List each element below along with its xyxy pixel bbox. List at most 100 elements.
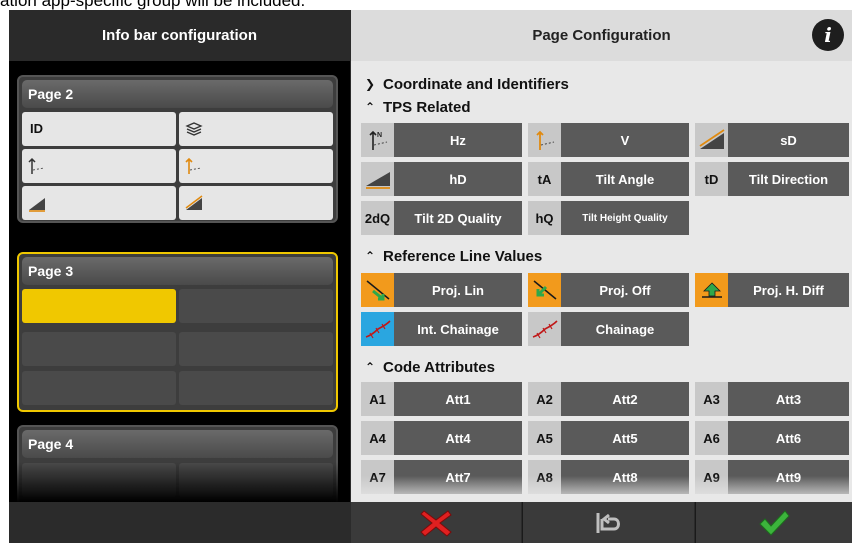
field-label: Proj. Off [599, 282, 651, 298]
int-chainage-icon [361, 312, 394, 346]
red-x-icon [420, 509, 452, 537]
field-chainage[interactable]: Chainage [528, 312, 689, 346]
field-proj-lin[interactable]: Proj. Lin [361, 273, 522, 307]
info-icon[interactable]: i [812, 19, 844, 51]
page-title: Page 4 [22, 430, 333, 458]
field-prefix: tA [528, 162, 561, 196]
proj-hdiff-icon [695, 273, 728, 307]
field-int-chainage[interactable]: Int. Chainage [361, 312, 522, 346]
section-label: Code Attributes [383, 358, 495, 376]
chainage-icon [528, 312, 561, 346]
field-att5[interactable]: A5 Att5 [528, 421, 689, 455]
chevron-up-icon: ⌃ [365, 100, 376, 114]
page3-cell[interactable] [22, 371, 176, 405]
field-label: Att1 [445, 391, 471, 407]
field-prefix: A4 [361, 421, 394, 455]
field-prefix: A1 [361, 382, 394, 416]
page2-cell-hz[interactable] [22, 149, 176, 183]
proj-off-icon [528, 273, 561, 307]
field-label: Att6 [775, 430, 802, 446]
hd-icon [361, 162, 394, 196]
scroll-fade [351, 476, 852, 502]
field-label: Tilt 2D Quality [414, 210, 502, 226]
field-catalog: ❯ Coordinate and Identifiers ⌃ TPS Relat… [351, 61, 852, 502]
section-reference[interactable]: ⌃ Reference Line Values [365, 245, 542, 267]
page3-cell[interactable] [22, 332, 176, 366]
field-label: Tilt Height Quality [582, 212, 668, 224]
v-angle-icon [185, 157, 202, 174]
field-prefix: A5 [528, 421, 561, 455]
section-tps[interactable]: ⌃ TPS Related [365, 96, 471, 118]
field-label: V [620, 132, 630, 148]
section-coordinate[interactable]: ❯ Coordinate and Identifiers [365, 73, 569, 95]
field-proj-h-diff[interactable]: Proj. H. Diff [695, 273, 849, 307]
field-prefix: hQ [528, 201, 561, 235]
page-title: Page 2 [22, 80, 333, 108]
section-label: Reference Line Values [383, 247, 543, 265]
field-label: Att5 [612, 430, 638, 446]
page2-cell-v[interactable] [179, 149, 333, 183]
field-label: Proj. H. Diff [753, 282, 824, 298]
page-title: Page 3 [22, 257, 333, 285]
page2-cell-sd[interactable] [179, 186, 333, 220]
page2-cell-id[interactable]: ID [22, 112, 176, 146]
chevron-down-icon: ❯ [365, 77, 376, 91]
field-prefix: A6 [695, 421, 728, 455]
sd-icon [695, 123, 728, 157]
page-card-2[interactable]: Page 2 ID [17, 75, 338, 223]
field-hz[interactable]: N Hz [361, 123, 522, 157]
page3-cell[interactable] [179, 332, 333, 366]
field-att4[interactable]: A4 Att4 [361, 421, 522, 455]
page2-cell-hd[interactable] [22, 186, 176, 220]
field-label: sD [780, 132, 797, 148]
field-tilt-angle[interactable]: tA Tilt Angle [528, 162, 689, 196]
field-tilt-2d-quality[interactable]: 2dQ Tilt 2D Quality [361, 201, 522, 235]
field-label: Tilt Angle [595, 171, 655, 187]
section-code[interactable]: ⌃ Code Attributes [365, 356, 495, 378]
left-panel-title: Info bar configuration [9, 10, 350, 61]
page2-cell-layers[interactable] [179, 112, 333, 146]
field-tilt-height-quality[interactable]: hQ Tilt Height Quality [528, 201, 689, 235]
field-v[interactable]: V [528, 123, 689, 157]
field-att3[interactable]: A3 Att3 [695, 382, 849, 416]
chevron-up-icon: ⌃ [365, 249, 376, 263]
field-hd[interactable]: hD [361, 162, 522, 196]
field-label: Att4 [445, 430, 471, 446]
bottom-action-bar [9, 502, 852, 543]
overflow-caption: ation app-specific group will be include… [0, 0, 306, 10]
field-label: Chainage [595, 321, 655, 337]
field-label: Int. Chainage [417, 321, 499, 337]
field-att2[interactable]: A2 Att2 [528, 382, 689, 416]
field-att1[interactable]: A1 Att1 [361, 382, 522, 416]
proj-lin-icon [361, 273, 394, 307]
page-list: Page 2 ID Page 3 Page 4 [9, 61, 350, 502]
device-screen: Info bar configuration Page 2 ID Page 3 … [9, 10, 852, 543]
field-sd[interactable]: sD [695, 123, 849, 157]
cancel-button[interactable] [351, 502, 521, 543]
field-prefix: A2 [528, 382, 561, 416]
field-label: Att3 [775, 391, 802, 407]
page3-cell[interactable] [179, 371, 333, 405]
field-prefix: A3 [695, 382, 728, 416]
undo-button[interactable] [522, 502, 694, 543]
field-label: Hz [450, 132, 466, 148]
field-label: Att2 [612, 391, 638, 407]
cell-label: ID [30, 121, 43, 136]
field-proj-off[interactable]: Proj. Off [528, 273, 689, 307]
hd-slope-icon [29, 198, 45, 212]
right-panel-title: Page Configuration [532, 27, 671, 44]
right-panel-header: Page Configuration i [351, 10, 852, 61]
chevron-up-icon: ⌃ [365, 360, 376, 374]
page3-cell[interactable] [179, 289, 333, 323]
page3-cell-selected[interactable] [22, 289, 176, 323]
v-icon [528, 123, 561, 157]
sd-slope-icon [185, 195, 203, 210]
field-tilt-direction[interactable]: tD Tilt Direction [695, 162, 849, 196]
layers-icon [185, 122, 203, 136]
field-prefix: 2dQ [361, 201, 394, 235]
field-label: Tilt Direction [748, 171, 829, 187]
page-card-3[interactable]: Page 3 [17, 252, 338, 412]
confirm-button[interactable] [695, 502, 852, 543]
hz-angle-icon [28, 157, 45, 174]
field-att6[interactable]: A6 Att6 [695, 421, 849, 455]
